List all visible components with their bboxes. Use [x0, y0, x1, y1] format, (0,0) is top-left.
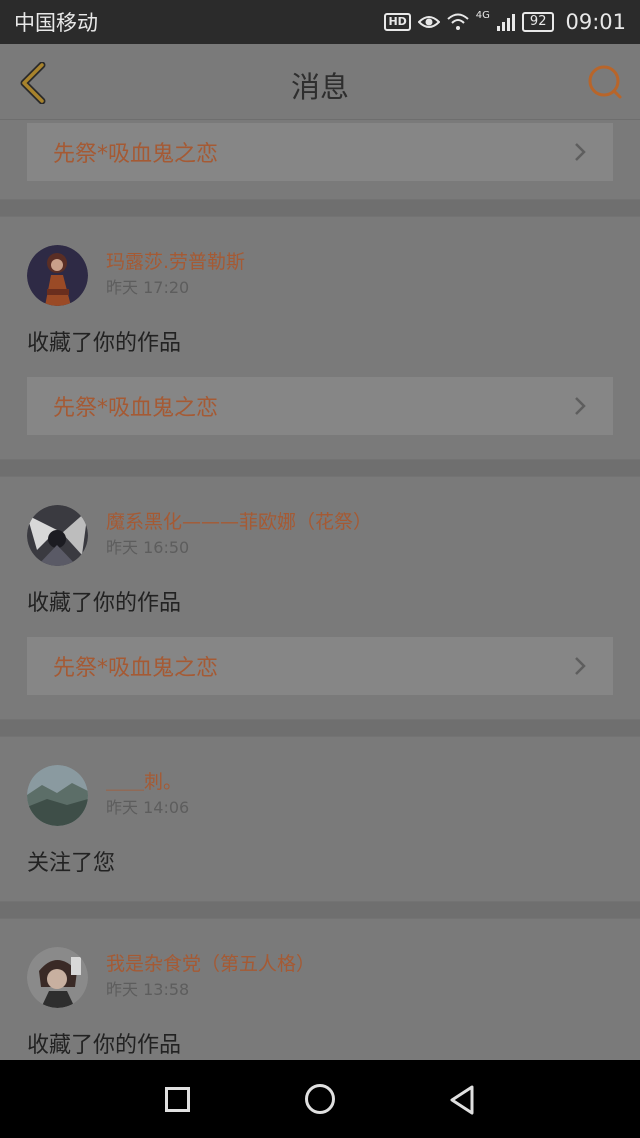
- chevron-right-icon: [575, 143, 586, 161]
- status-bar: 中国移动 HD 4G 92 09:01: [0, 0, 640, 44]
- clock-label: 09:01: [565, 10, 626, 34]
- user-name[interactable]: ＿＿刺。: [106, 769, 189, 795]
- message-card: ＿＿刺。 昨天 14:06 关注了您: [0, 737, 640, 901]
- status-icons: HD 4G 92 09:01: [384, 10, 626, 34]
- user-name[interactable]: 魔系黑化———菲欧娜（花祭）: [106, 509, 372, 535]
- chevron-right-icon: [575, 397, 586, 415]
- work-link[interactable]: 先祭*吸血鬼之恋: [27, 377, 613, 435]
- page-title: 消息: [290, 70, 349, 104]
- user-name[interactable]: 玛露莎.劳普勒斯: [106, 249, 245, 275]
- circle-icon[interactable]: [305, 1084, 335, 1114]
- triangle-back-icon[interactable]: [448, 1084, 476, 1116]
- message-action: 关注了您: [27, 851, 116, 876]
- work-link[interactable]: 先祭*吸血鬼之恋: [27, 123, 613, 181]
- eye-icon: [417, 16, 440, 28]
- chat-bubble-icon[interactable]: [587, 64, 623, 100]
- avatar[interactable]: [27, 504, 88, 566]
- work-link[interactable]: 先祭*吸血鬼之恋: [27, 637, 613, 695]
- top-bar: 消息: [0, 44, 640, 120]
- avatar[interactable]: [27, 244, 88, 306]
- divider: [0, 901, 640, 919]
- work-title: 先祭*吸血鬼之恋: [53, 396, 219, 421]
- signal-icon: [496, 14, 515, 31]
- message-card: 先祭*吸血鬼之恋: [0, 121, 640, 181]
- message-action: 收藏了你的作品: [27, 591, 182, 616]
- divider: [0, 719, 640, 737]
- battery-icon: 92: [521, 12, 555, 32]
- user-name[interactable]: 我是杂食党（第五人格）: [106, 951, 315, 977]
- work-title: 先祭*吸血鬼之恋: [53, 656, 219, 681]
- wifi-icon: [447, 13, 469, 30]
- avatar[interactable]: [27, 946, 88, 1008]
- message-meta: 魔系黑化———菲欧娜（花祭） 昨天 16:50: [106, 509, 372, 561]
- message-action: 收藏了你的作品: [27, 1033, 182, 1058]
- avatar[interactable]: [27, 764, 88, 826]
- system-nav-bar: [0, 1060, 640, 1138]
- carrier-label: 中国移动: [14, 11, 98, 35]
- square-icon[interactable]: [165, 1087, 190, 1112]
- message-time: 昨天 14:06: [106, 798, 190, 817]
- message-list[interactable]: 先祭*吸血鬼之恋 玛露莎.劳普勒斯 昨天 17:20 收藏了你的作品 先祭*吸血…: [0, 121, 640, 1060]
- message-meta: 玛露莎.劳普勒斯 昨天 17:20: [106, 249, 245, 301]
- message-user-row[interactable]: 我是杂食党（第五人格） 昨天 13:58: [27, 919, 613, 1009]
- message-meta: 我是杂食党（第五人格） 昨天 13:58: [106, 951, 315, 1003]
- divider: [0, 199, 640, 217]
- message-user-row[interactable]: 魔系黑化———菲欧娜（花祭） 昨天 16:50: [27, 477, 613, 567]
- message-user-row[interactable]: 玛露莎.劳普勒斯 昨天 17:20: [27, 217, 613, 307]
- message-action: 收藏了你的作品: [27, 331, 182, 356]
- message-time: 昨天 16:50: [106, 538, 190, 557]
- message-card: 我是杂食党（第五人格） 昨天 13:58 收藏了你的作品: [0, 919, 640, 1060]
- message-user-row[interactable]: ＿＿刺。 昨天 14:06: [27, 737, 613, 827]
- message-time: 昨天 13:58: [106, 980, 190, 999]
- chevron-right-icon: [575, 657, 586, 675]
- message-card: 玛露莎.劳普勒斯 昨天 17:20 收藏了你的作品 先祭*吸血鬼之恋: [0, 217, 640, 435]
- message-card: 魔系黑化———菲欧娜（花祭） 昨天 16:50 收藏了你的作品 先祭*吸血鬼之恋: [0, 477, 640, 695]
- message-time: 昨天 17:20: [106, 278, 190, 297]
- message-meta: ＿＿刺。 昨天 14:06: [106, 769, 189, 821]
- network-type-label: 4G: [475, 10, 490, 21]
- hd-icon: HD: [384, 13, 411, 31]
- divider: [0, 459, 640, 477]
- work-title: 先祭*吸血鬼之恋: [53, 142, 219, 167]
